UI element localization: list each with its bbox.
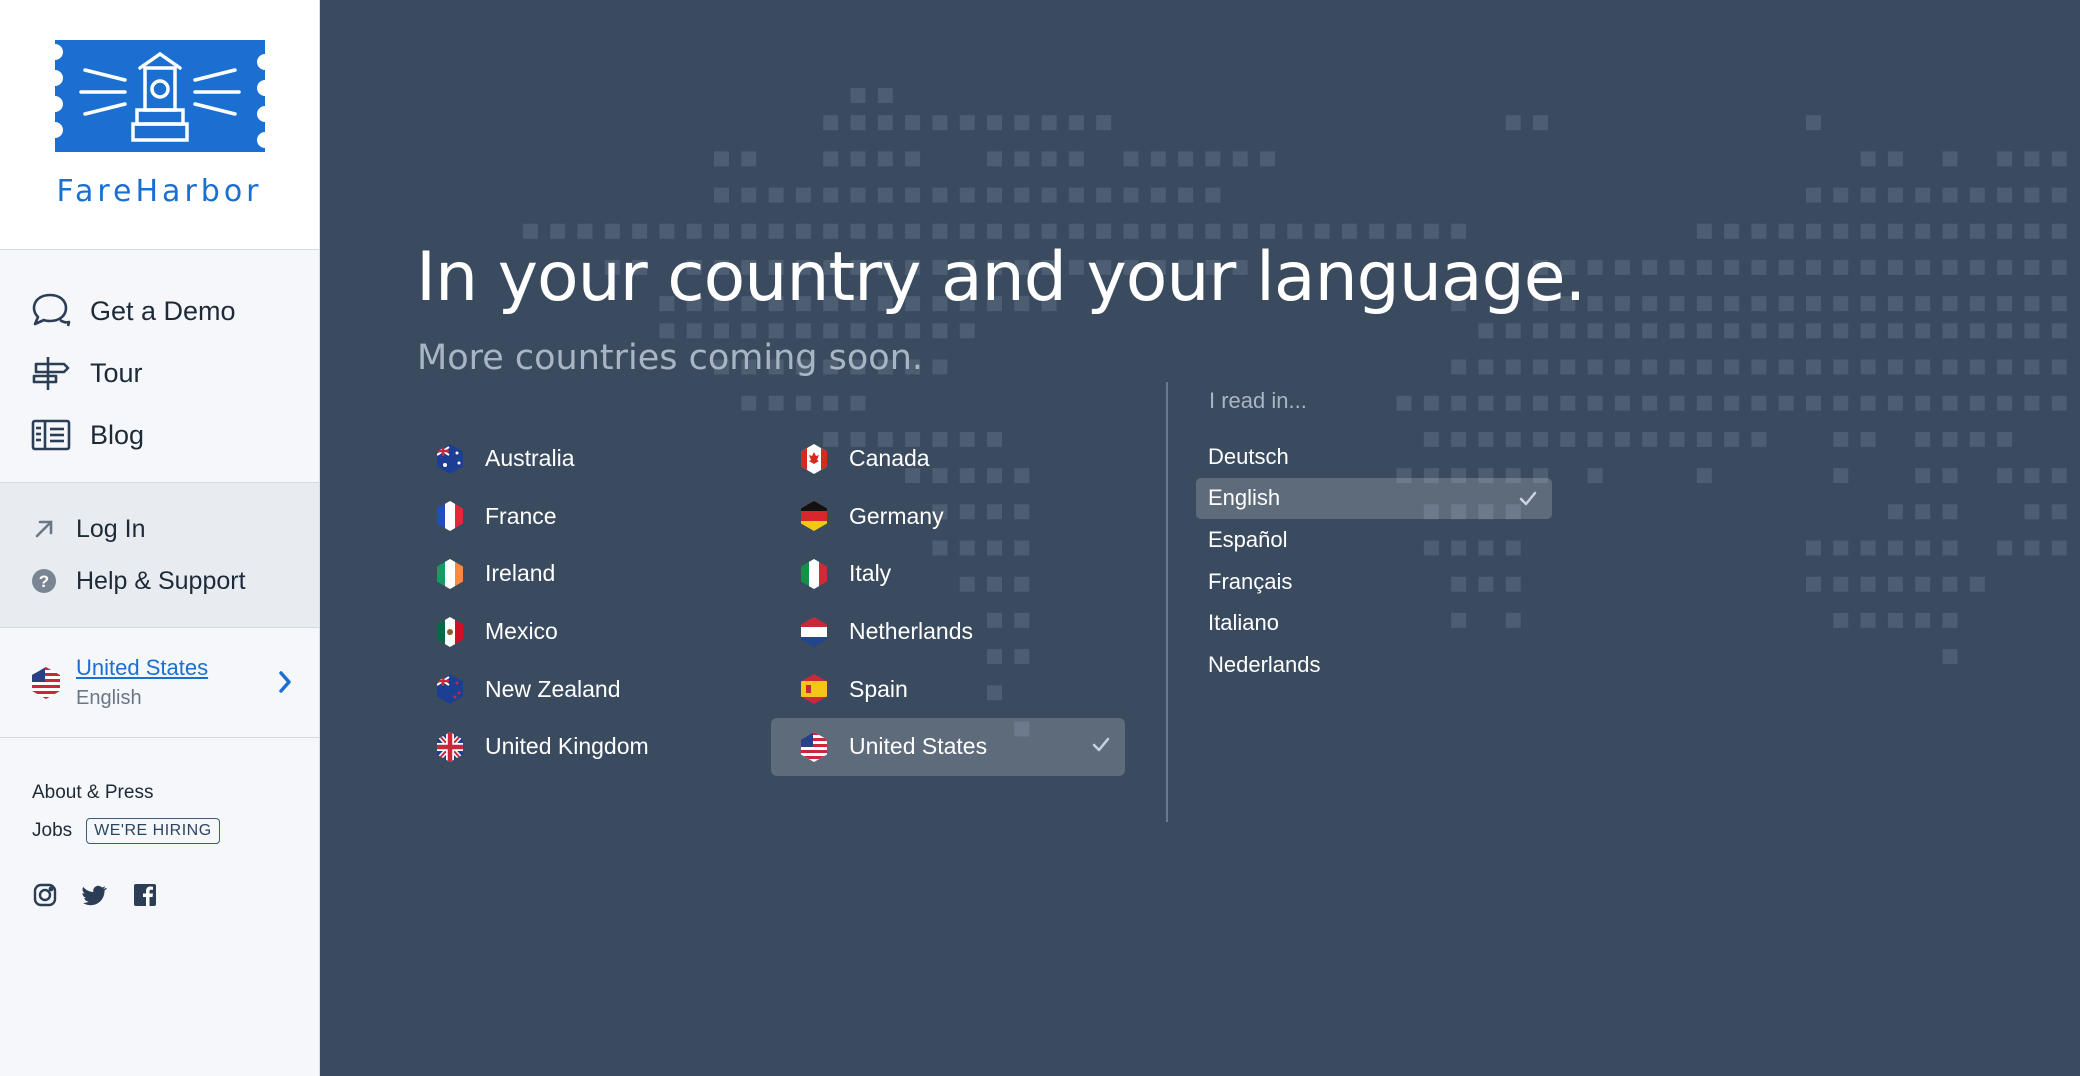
locale-language: English xyxy=(76,687,142,709)
checkmark-icon xyxy=(1519,491,1537,505)
sidebar: FareHarbor Get a Demo Tour Blog Log In ?… xyxy=(0,0,320,1076)
about-press-link[interactable]: About & Press xyxy=(32,774,319,812)
hiring-badge[interactable]: WE'RE HIRING xyxy=(86,818,220,844)
language-name: Deutsch xyxy=(1208,443,1289,469)
country-option[interactable]: United States xyxy=(771,717,1125,776)
language-option[interactable]: Deutsch xyxy=(1208,436,1564,478)
brand-name: FareHarbor xyxy=(56,174,263,209)
language-option[interactable]: Français xyxy=(1208,561,1564,603)
secondary-nav: Log In ? Help & Support xyxy=(0,483,319,628)
chat-bubbles-icon xyxy=(32,293,71,327)
facebook-icon[interactable] xyxy=(132,882,158,908)
logo[interactable]: FareHarbor xyxy=(0,0,319,250)
country-option[interactable]: France xyxy=(421,488,785,546)
country-option[interactable]: Ireland xyxy=(421,545,785,603)
country-name: Germany xyxy=(849,502,944,529)
main-nav: Get a Demo Tour Blog xyxy=(0,250,319,483)
country-option[interactable]: Germany xyxy=(785,488,1149,546)
es-flag-icon xyxy=(801,674,827,705)
page-headline: In your country and your language. xyxy=(416,238,1586,317)
nl-flag-icon xyxy=(801,616,827,647)
jobs-link[interactable]: Jobs xyxy=(32,820,72,842)
nav-tour[interactable]: Tour xyxy=(30,342,319,404)
country-option[interactable]: Spain xyxy=(785,660,1149,718)
divider xyxy=(1166,382,1168,822)
language-list-label: I read in... xyxy=(1209,388,1307,413)
country-name: Canada xyxy=(849,445,930,472)
question-circle-icon: ? xyxy=(30,567,58,595)
social-links xyxy=(0,850,319,908)
book-icon xyxy=(31,419,71,451)
checkmark-icon xyxy=(1092,737,1110,752)
country-option[interactable]: Mexico xyxy=(421,603,785,661)
language-list: I read in... Deutsch English Español França… xyxy=(1196,388,1564,686)
twitter-icon[interactable] xyxy=(82,882,108,908)
de-flag-icon xyxy=(801,501,827,532)
country-list: Australia Canada France Germany Ireland Italy… xyxy=(421,430,1181,776)
footer-links: About & Press Jobs WE'RE HIRING xyxy=(0,738,319,850)
language-option[interactable]: Español xyxy=(1208,519,1564,561)
log-in-link[interactable]: Log In xyxy=(30,503,319,555)
language-option[interactable]: English xyxy=(1196,477,1552,520)
country-name: New Zealand xyxy=(485,675,621,702)
country-name: United States xyxy=(849,733,988,760)
country-name: Ireland xyxy=(485,560,556,587)
country-option[interactable]: Australia xyxy=(421,430,785,488)
country-option[interactable]: United Kingdom xyxy=(421,718,785,776)
fareharbor-logo-icon xyxy=(54,40,265,152)
country-option[interactable]: Netherlands xyxy=(785,603,1149,661)
nav-label: Get a Demo xyxy=(90,295,236,326)
au-flag-icon xyxy=(437,443,463,474)
locale-country[interactable]: United States xyxy=(76,655,208,681)
country-name: Australia xyxy=(485,445,575,472)
chevron-right-icon xyxy=(279,671,291,693)
nz-flag-icon xyxy=(437,674,463,705)
country-name: United Kingdom xyxy=(485,733,649,760)
language-name: Français xyxy=(1208,568,1293,594)
page-subheading: More countries coming soon. xyxy=(417,338,924,378)
instagram-icon[interactable] xyxy=(32,882,58,908)
country-name: France xyxy=(485,502,557,529)
it-flag-icon xyxy=(801,558,827,589)
country-option[interactable]: New Zealand xyxy=(421,660,785,718)
language-name: Español xyxy=(1208,526,1288,552)
locale-text: United States English xyxy=(76,655,208,710)
jobs-row: Jobs WE'RE HIRING xyxy=(32,812,319,850)
language-option[interactable]: Nederlands xyxy=(1208,644,1564,686)
help-support-link[interactable]: ? Help & Support xyxy=(30,555,319,607)
main-content: In your country and your language. More … xyxy=(321,0,2080,1076)
ie-flag-icon xyxy=(437,558,463,589)
language-name: Italiano xyxy=(1208,610,1279,636)
country-name: Netherlands xyxy=(849,618,974,645)
nav-blog[interactable]: Blog xyxy=(30,404,319,466)
signpost-icon xyxy=(32,357,70,390)
country-option[interactable]: Canada xyxy=(785,430,1149,488)
help-support-label: Help & Support xyxy=(76,566,246,595)
arrow-up-right-icon xyxy=(30,515,58,543)
mx-flag-icon xyxy=(437,616,463,647)
fr-flag-icon xyxy=(437,501,463,532)
nav-label: Blog xyxy=(90,419,145,450)
gb-flag-icon xyxy=(437,731,463,762)
language-name: English xyxy=(1208,485,1281,511)
country-name: Mexico xyxy=(485,618,558,645)
ca-flag-icon xyxy=(801,443,827,474)
us-flag-icon xyxy=(32,666,60,699)
log-in-label: Log In xyxy=(76,514,146,543)
language-name: Nederlands xyxy=(1208,651,1321,677)
nav-get-a-demo[interactable]: Get a Demo xyxy=(30,280,319,342)
country-option[interactable]: Italy xyxy=(785,545,1149,603)
us-flag-icon xyxy=(801,731,827,762)
language-option[interactable]: Italiano xyxy=(1208,602,1564,644)
locale-selector[interactable]: United States English xyxy=(0,628,319,738)
country-name: Italy xyxy=(849,560,892,587)
svg-text:?: ? xyxy=(39,572,49,591)
country-name: Spain xyxy=(849,675,908,702)
nav-label: Tour xyxy=(90,357,143,388)
